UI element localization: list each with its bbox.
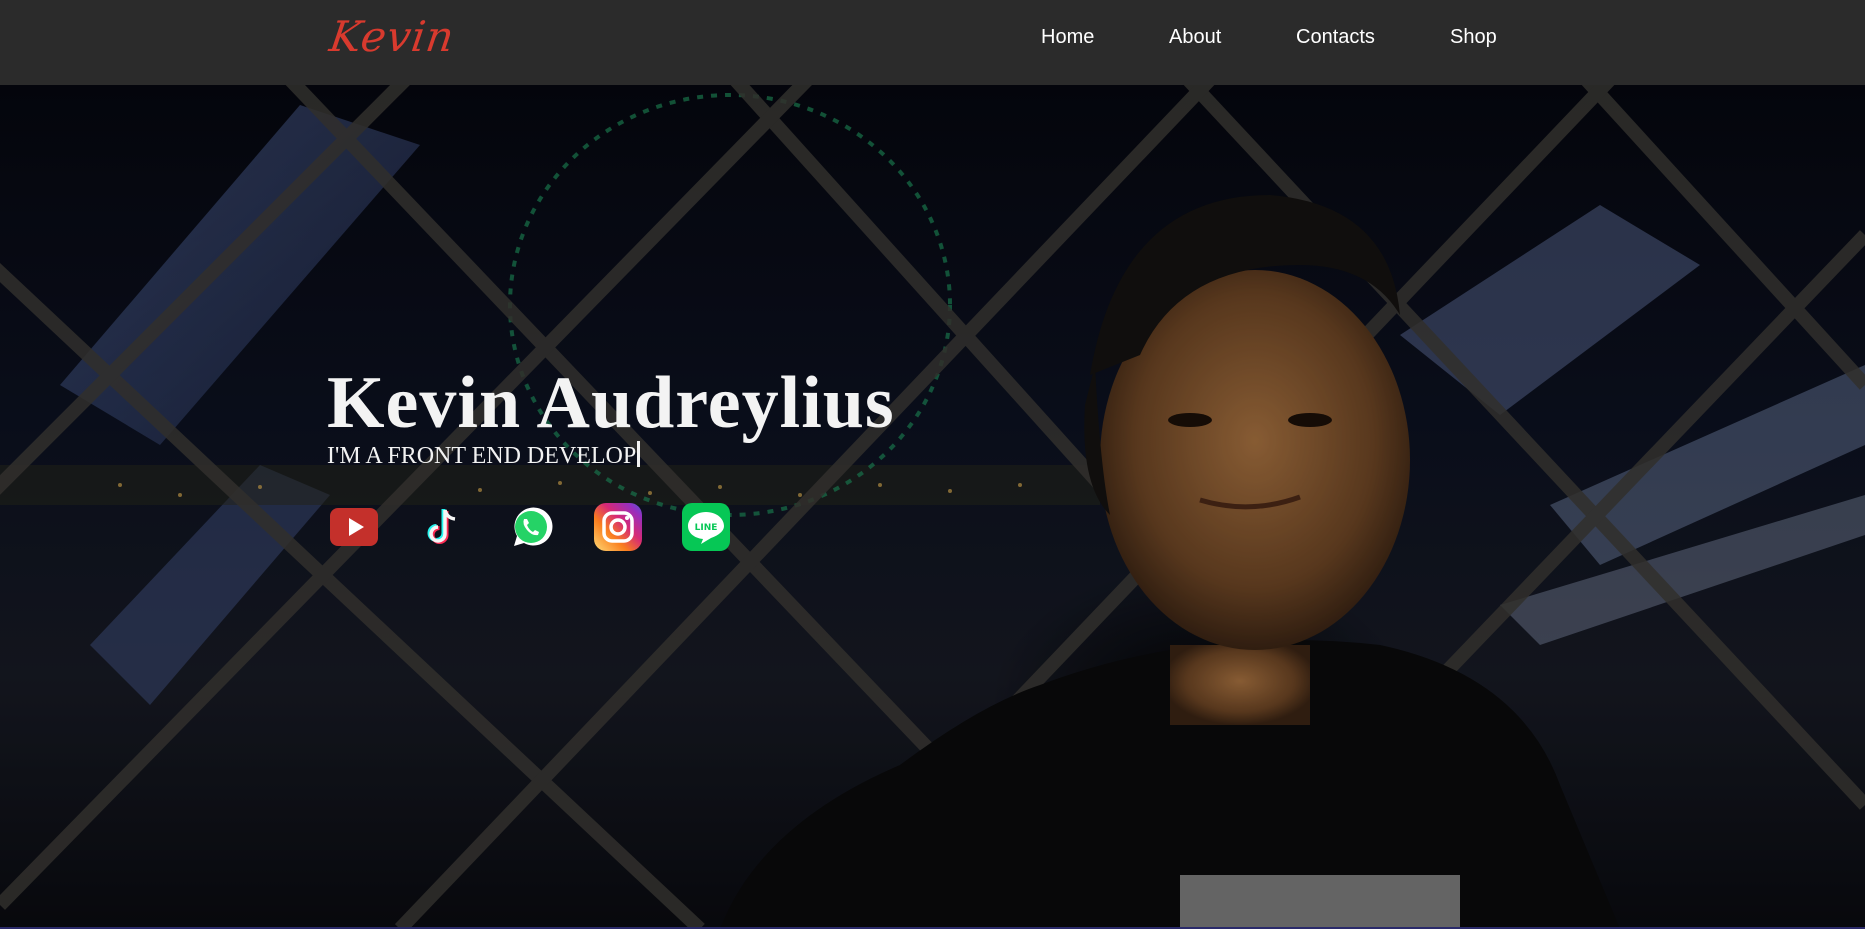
nav-link-contacts[interactable]: Contacts (1296, 26, 1375, 49)
hero-name: Kevin Audreylius (327, 362, 895, 444)
tiktok-icon[interactable] (418, 502, 468, 552)
nav-link-about[interactable]: About (1169, 26, 1221, 49)
hero-tagline-text: I'M A FRONT END DEVELOP (327, 443, 637, 469)
site-logo[interactable]: Kevin (327, 12, 458, 61)
instagram-icon[interactable] (593, 502, 643, 552)
hero-tagline: I'M A FRONT END DEVELOP (327, 441, 641, 470)
nav-link-shop[interactable]: Shop (1450, 26, 1497, 49)
navbar: Kevin Home About Contacts Shop (0, 0, 1865, 85)
whatsapp-icon[interactable] (506, 502, 556, 552)
hero-background-photo (0, 85, 1865, 929)
typing-cursor (637, 441, 641, 467)
line-icon[interactable]: LINE (681, 502, 731, 552)
youtube-icon[interactable] (329, 502, 379, 552)
hero-section: Kevin Audreylius I'M A FRONT END DEVELOP (0, 85, 1865, 929)
nav-link-home[interactable]: Home (1041, 26, 1094, 49)
svg-text:LINE: LINE (695, 523, 718, 533)
